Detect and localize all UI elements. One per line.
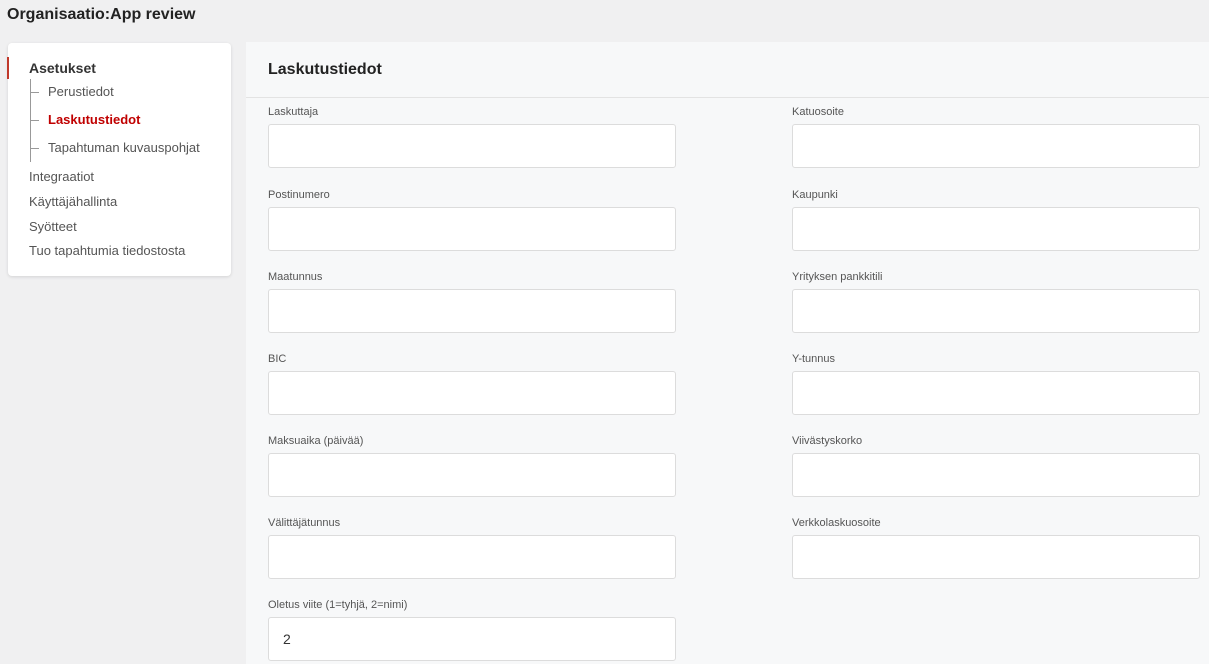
verkkolaskuosoite-input[interactable] — [792, 535, 1200, 579]
sidebar-section-asetukset[interactable]: Asetukset — [29, 60, 96, 76]
field-label: Kaupunki — [792, 189, 838, 201]
field-label: Postinumero — [268, 189, 330, 201]
katuosoite-input[interactable] — [792, 124, 1200, 168]
field-katuosoite: Katuosoite — [792, 105, 1200, 168]
field-y-tunnus: Y-tunnus — [792, 352, 1200, 415]
pankkitili-input[interactable] — [792, 289, 1200, 333]
field-label: Maatunnus — [268, 271, 323, 283]
field-label: Viivästyskorko — [792, 435, 863, 447]
viivastyskorko-input[interactable] — [792, 453, 1200, 497]
maksuaika-input[interactable] — [268, 453, 676, 497]
field-postinumero: Postinumero — [268, 188, 676, 251]
page-title: Organisaatio:App review — [7, 6, 196, 23]
tree-branch — [30, 120, 39, 121]
field-bic: BIC — [268, 352, 676, 415]
field-laskuttaja: Laskuttaja — [268, 105, 676, 168]
panel-header: Laskutustiedot — [246, 42, 1209, 98]
sidebar-item-syotteet[interactable]: Syötteet — [29, 219, 77, 234]
active-section-indicator — [7, 57, 9, 79]
tree-branch — [30, 92, 39, 93]
field-maatunnus: Maatunnus — [268, 270, 676, 333]
tree-branch — [30, 148, 39, 149]
field-verkkolaskuosoite: Verkkolaskuosoite — [792, 516, 1200, 579]
field-label: Yrityksen pankkitili — [792, 271, 883, 283]
maatunnus-input[interactable] — [268, 289, 676, 333]
field-label: Y-tunnus — [792, 353, 836, 365]
field-label: Maksuaika (päivää) — [268, 435, 364, 447]
sidebar-item-kayttajahallinta[interactable]: Käyttäjähallinta — [29, 194, 117, 209]
field-label: BIC — [268, 353, 287, 365]
laskuttaja-input[interactable] — [268, 124, 676, 168]
field-label: Verkkolaskuosoite — [792, 517, 881, 529]
field-maksuaika: Maksuaika (päivää) — [268, 434, 676, 497]
kaupunki-input[interactable] — [792, 207, 1200, 251]
valittajatunnus-input[interactable] — [268, 535, 676, 579]
sidebar-item-tuo-tapahtumia[interactable]: Tuo tapahtumia tiedostosta — [29, 243, 185, 258]
sidebar-item-integraatiot[interactable]: Integraatiot — [29, 169, 94, 184]
bic-input[interactable] — [268, 371, 676, 415]
field-label: Välittäjätunnus — [268, 517, 341, 529]
y-tunnus-input[interactable] — [792, 371, 1200, 415]
billing-panel: Laskutustiedot Laskuttaja Katuosoite Pos… — [246, 42, 1209, 664]
settings-sidebar: Asetukset Perustiedot Laskutustiedot Tap… — [7, 43, 231, 276]
sidebar-item-label: Perustiedot — [48, 84, 114, 99]
panel-title: Laskutustiedot — [268, 61, 382, 78]
field-label: Katuosoite — [792, 106, 844, 118]
field-label: Laskuttaja — [268, 106, 319, 118]
field-label: Oletus viite (1=tyhjä, 2=nimi) — [268, 599, 408, 611]
sidebar-item-label: Laskutustiedot — [48, 112, 141, 127]
field-kaupunki: Kaupunki — [792, 188, 1200, 251]
oletus-viite-input[interactable] — [268, 617, 676, 661]
field-viivastyskorko: Viivästyskorko — [792, 434, 1200, 497]
sidebar-item-label: Tapahtuman kuvauspohjat — [48, 140, 200, 155]
postinumero-input[interactable] — [268, 207, 676, 251]
field-valittajatunnus: Välittäjätunnus — [268, 516, 676, 579]
field-pankkitili: Yrityksen pankkitili — [792, 270, 1200, 333]
field-oletus-viite: Oletus viite (1=tyhjä, 2=nimi) — [268, 598, 676, 661]
